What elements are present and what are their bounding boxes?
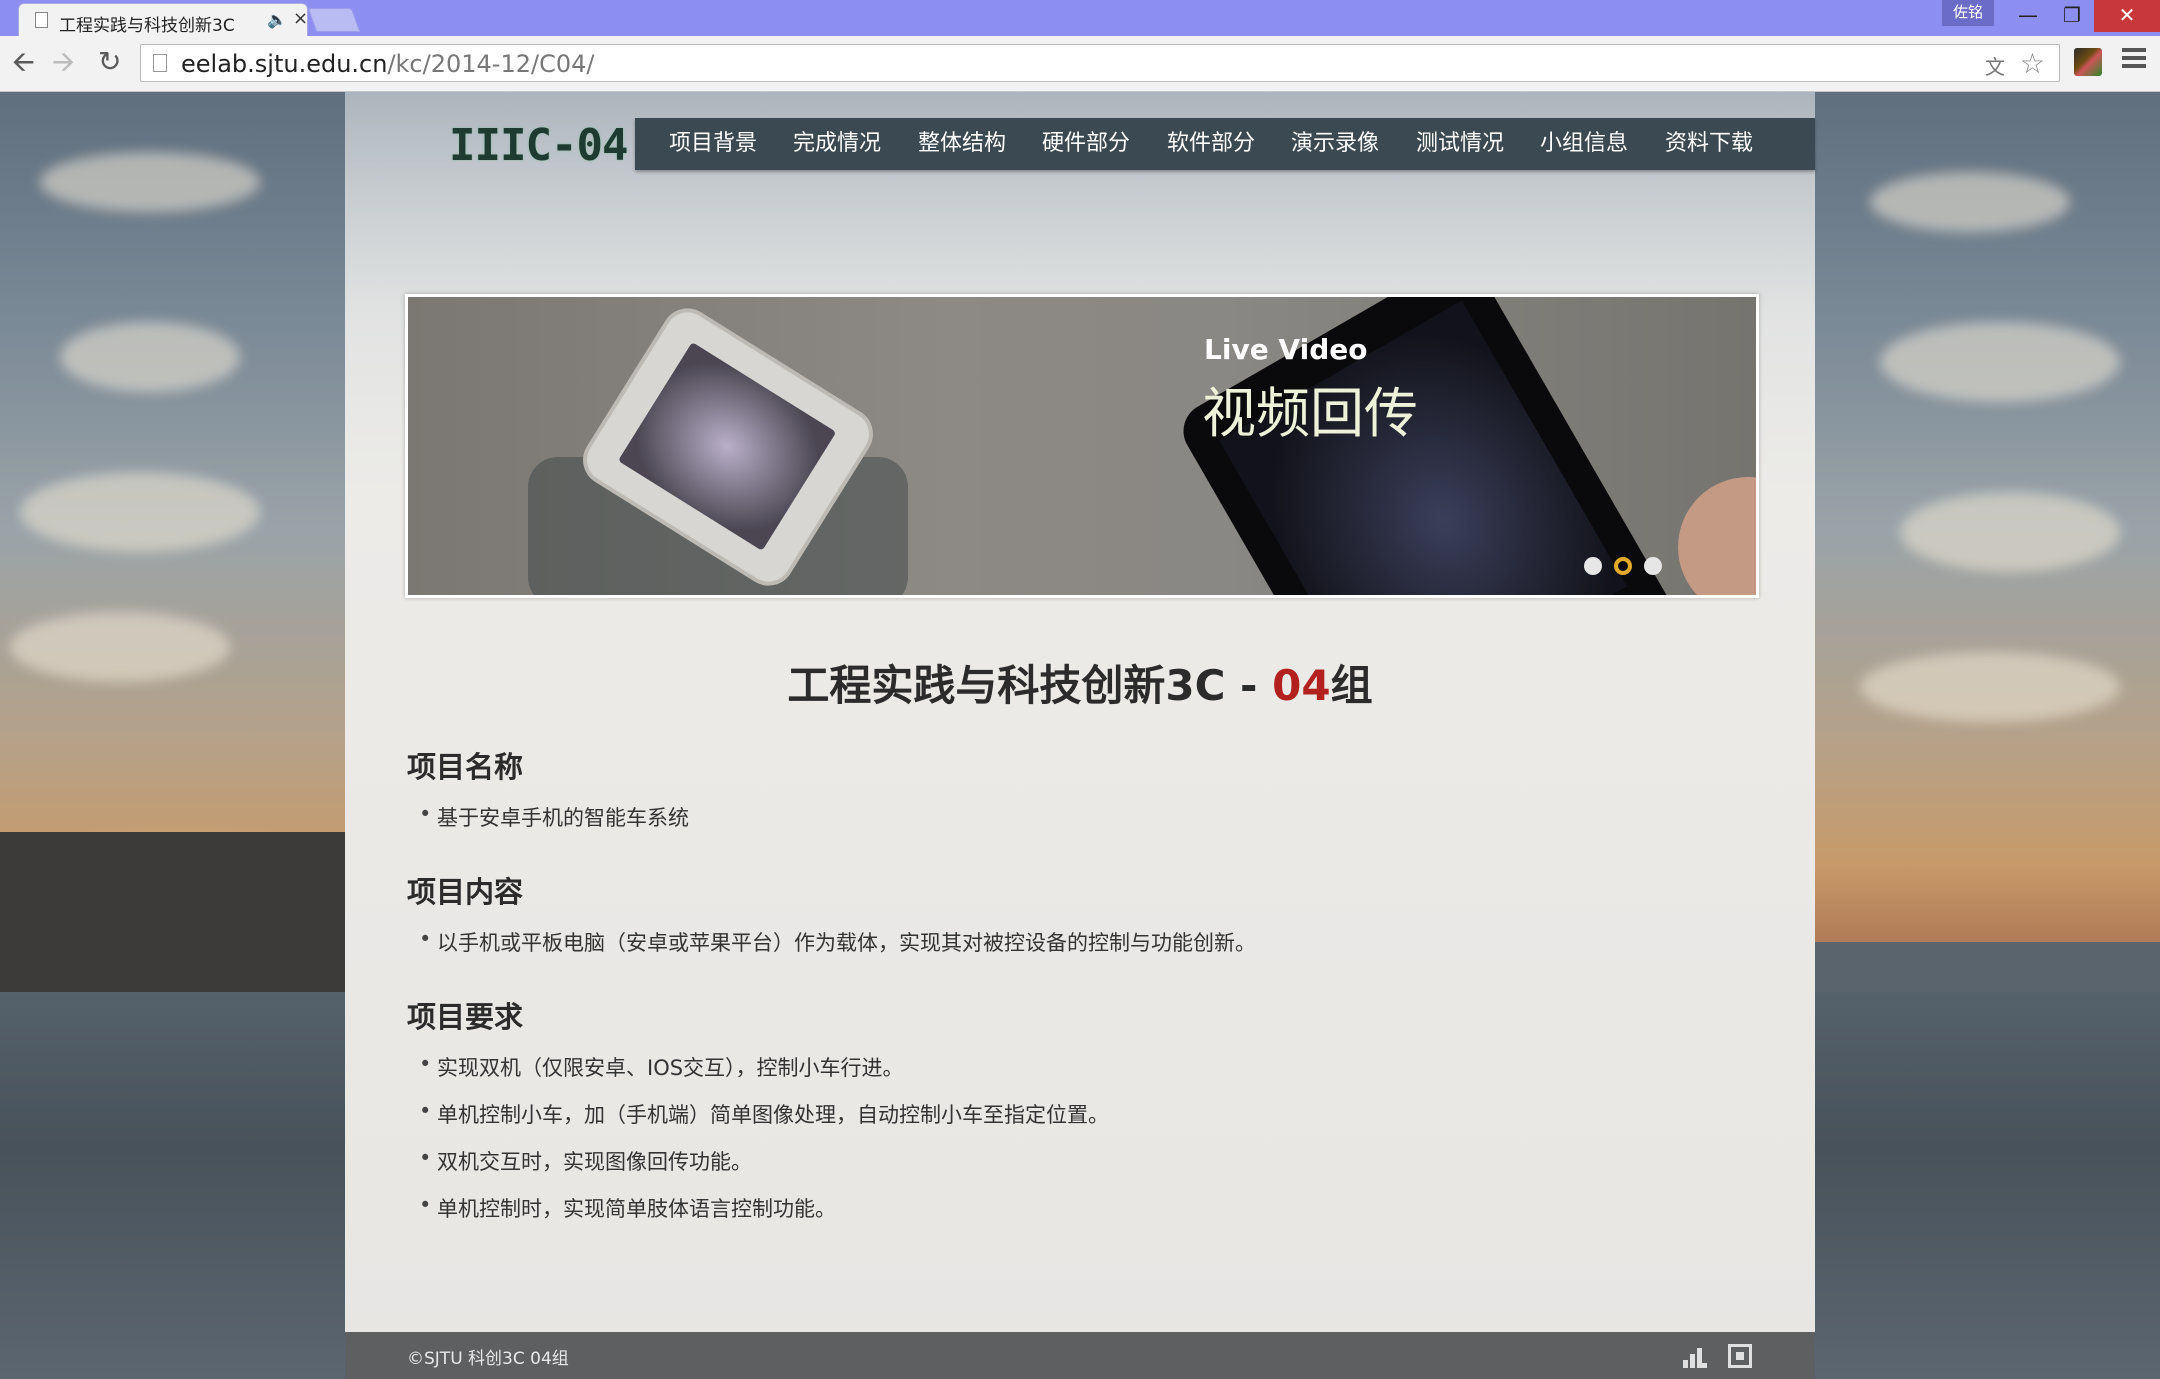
title-number: 04 — [1272, 661, 1331, 710]
translate-icon[interactable]: 文 — [1985, 51, 2005, 80]
minimize-button[interactable]: — — [2006, 0, 2050, 32]
page-icon — [153, 54, 167, 72]
section-heading-requirements: 项目要求 — [407, 1000, 524, 1034]
slide-dot-1[interactable] — [1584, 557, 1602, 575]
star-icon[interactable]: ☆ — [2020, 47, 2045, 80]
list-item: 以手机或平板电脑（安卓或苹果平台）作为载体，实现其对被控设备的控制与功能创新。 — [419, 927, 1256, 957]
nav-item-progress[interactable]: 完成情况 — [793, 118, 881, 170]
nav-item-hardware[interactable]: 硬件部分 — [1042, 118, 1130, 170]
list-item: 单机控制小车，加（手机端）简单图像处理，自动控制小车至指定位置。 — [419, 1099, 1109, 1129]
close-icon[interactable]: × — [293, 8, 308, 29]
url-text[interactable]: eelab.sjtu.edu.cn/kc/2014-12/C04/ — [181, 50, 594, 78]
address-bar[interactable]: eelab.sjtu.edu.cn/kc/2014-12/C04/ 文 ☆ — [140, 44, 2060, 82]
list-item: 实现双机（仅限安卓、IOS交互），控制小车行进。 — [419, 1052, 904, 1082]
forward-arrow-icon[interactable]: 🡪 — [52, 48, 75, 76]
hand-image — [1678, 477, 1756, 595]
slide-dot-2-active[interactable] — [1614, 557, 1632, 575]
browser-tab[interactable]: 工程实践与科技创新3C 🔈 × — [18, 3, 308, 36]
back-arrow-icon[interactable]: 🡨 — [12, 48, 35, 76]
nav-item-background[interactable]: 项目背景 — [669, 118, 757, 170]
reload-icon[interactable]: ↻ — [98, 48, 121, 76]
list-item: 基于安卓手机的智能车系统 — [419, 802, 689, 832]
extension-icon[interactable] — [2074, 48, 2102, 76]
browser-titlebar: 工程实践与科技创新3C 🔈 × 佐铭 — ❐ ✕ — [0, 0, 2160, 36]
list-item: 单机控制时，实现简单肢体语言控制功能。 — [419, 1193, 836, 1223]
maximize-button[interactable]: ❐ — [2050, 0, 2094, 32]
nav-item-team-info[interactable]: 小组信息 — [1540, 118, 1628, 170]
banner-kicker: Live Video — [1204, 333, 1368, 366]
site-footer: ©SJTU 科创3C 04组 — [345, 1332, 1815, 1379]
nav-item-software[interactable]: 软件部分 — [1167, 118, 1255, 170]
new-tab-button[interactable] — [307, 8, 361, 32]
footer-copyright: ©SJTU 科创3C 04组 — [407, 1349, 569, 1369]
site-container: IIIC-04 项目背景 完成情况 整体结构 硬件部分 软件部分 演示录像 测试… — [345, 92, 1815, 1379]
window-close-button[interactable]: ✕ — [2094, 0, 2160, 32]
nav-item-demo-video[interactable]: 演示录像 — [1291, 118, 1379, 170]
hero-slider[interactable]: Live Video 视频回传 — [405, 294, 1759, 598]
nav-item-testing[interactable]: 测试情况 — [1416, 118, 1504, 170]
browser-toolbar: 🡨 🡪 ↻ eelab.sjtu.edu.cn/kc/2014-12/C04/ … — [0, 36, 2160, 92]
banner-headline: 视频回传 — [1202, 382, 1418, 445]
menu-icon[interactable] — [2122, 48, 2146, 72]
fullscreen-icon[interactable] — [1728, 1344, 1752, 1368]
nav-item-downloads[interactable]: 资料下载 — [1665, 118, 1753, 170]
nav-item-structure[interactable]: 整体结构 — [918, 118, 1006, 170]
title-prefix: 工程实践与科技创新3C - — [787, 661, 1273, 710]
main-nav: 项目背景 完成情况 整体结构 硬件部分 软件部分 演示录像 测试情况 小组信息 … — [635, 118, 1815, 170]
audio-icon[interactable]: 🔈 — [267, 10, 287, 29]
title-suffix: 组 — [1330, 661, 1373, 710]
bars-icon[interactable] — [1683, 1348, 1707, 1368]
page-icon — [35, 12, 48, 28]
site-logo[interactable]: IIIC-04 — [449, 120, 628, 171]
user-badge[interactable]: 佐铭 — [1942, 0, 1994, 26]
url-host: eelab.sjtu.edu.cn — [181, 50, 388, 78]
tab-title: 工程实践与科技创新3C — [59, 16, 235, 36]
list-item: 双机交互时，实现图像回传功能。 — [419, 1146, 752, 1176]
url-path: /kc/2014-12/C04/ — [387, 50, 595, 78]
slide-dot-3[interactable] — [1644, 557, 1662, 575]
section-heading-content: 项目内容 — [407, 875, 524, 909]
page-title: 工程实践与科技创新3C - 04组 — [345, 652, 1815, 713]
section-heading-name: 项目名称 — [407, 750, 524, 784]
